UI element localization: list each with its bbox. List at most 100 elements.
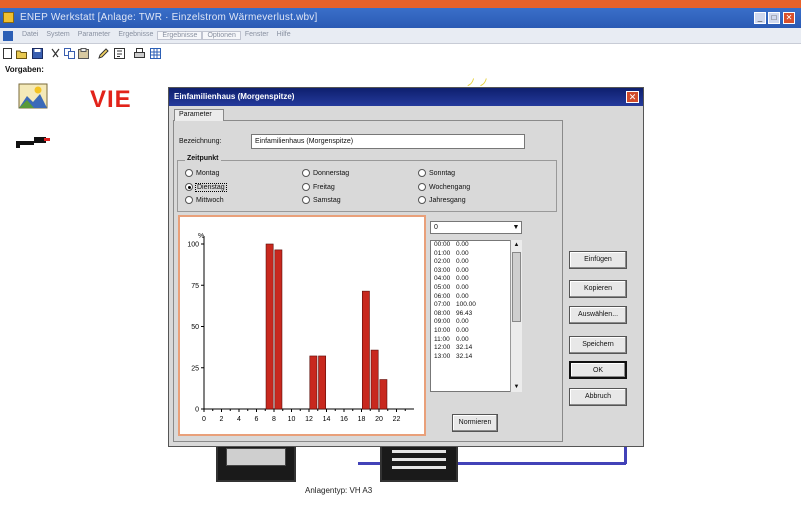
scroll-thumb[interactable] — [512, 252, 521, 322]
radio-dot — [418, 196, 426, 204]
x-tick-label: 20 — [375, 416, 383, 423]
cut-icon[interactable] — [50, 48, 61, 59]
abbruch-button[interactable]: Abbruch — [569, 388, 627, 406]
hourly-values-list[interactable]: 00:00 0.00 01:00 0.00 02:00 0.00 03:00 0.00 04:0… — [430, 240, 522, 392]
sidebar-label: Vorgaben: — [5, 65, 44, 74]
menu-hilfe[interactable]: Hilfe — [273, 31, 295, 40]
close-button[interactable]: ✕ — [783, 12, 795, 24]
x-tick-label: 14 — [323, 416, 331, 423]
dialog-close-icon[interactable]: ✕ — [626, 91, 639, 103]
minimize-button[interactable]: _ — [754, 12, 766, 24]
list-item[interactable]: 00:00 0.00 — [431, 241, 521, 250]
save-icon[interactable] — [32, 48, 43, 59]
list-item[interactable]: 13:00 32.14 — [431, 353, 521, 362]
list-item-time: 10:00 — [434, 326, 451, 334]
list-item[interactable]: 06:00 0.00 — [431, 293, 521, 302]
radio-dot — [302, 169, 310, 177]
logo-text: VIE — [90, 86, 132, 113]
y-tick-label: 75 — [191, 283, 199, 290]
menu-system[interactable]: System — [42, 31, 73, 40]
list-item[interactable]: 11:00 0.00 — [431, 336, 521, 345]
tab-parameter[interactable]: Parameter — [174, 109, 224, 121]
radio-samstag[interactable]: Samstag — [302, 196, 341, 204]
list-item-value: 0.00 — [456, 275, 469, 283]
paste-icon[interactable] — [78, 48, 89, 59]
radio-mittwoch[interactable]: Mittwoch — [185, 196, 224, 204]
list-item-value: 0.00 — [456, 266, 469, 274]
menubar: Datei System Parameter Ergebnisse Ergebn… — [0, 28, 801, 44]
list-item[interactable]: 10:00 0.00 — [431, 327, 521, 336]
radio-dot — [185, 196, 193, 204]
menu-optionen[interactable]: Optionen — [202, 31, 241, 40]
table-icon[interactable] — [150, 48, 161, 59]
list-item-time: 02:00 — [434, 258, 451, 266]
list-item[interactable]: 09:00 0.00 — [431, 318, 521, 327]
speichern-button[interactable]: Speichern — [569, 336, 627, 354]
radio-wochengang[interactable]: Wochengang — [418, 183, 470, 191]
list-item[interactable]: 04:00 0.00 — [431, 275, 521, 284]
bar — [370, 349, 379, 410]
new-file-icon[interactable] — [2, 48, 13, 59]
zeitpunkt-label: Zeitpunkt — [185, 155, 221, 162]
load-profile-chart[interactable]: % 0 25 50 75 100 0 2 4 6 8 10 12 14 16 18 20 22 — [178, 215, 426, 436]
x-tick-label: 0 — [202, 416, 206, 423]
kopieren-button[interactable]: Kopieren — [569, 280, 627, 298]
profile-dialog: Einfamilienhaus (Morgenspitze) ✕ Paramet… — [168, 87, 644, 447]
combo-dropdown-icon[interactable]: ▼ — [510, 221, 522, 234]
print-icon[interactable] — [134, 48, 145, 59]
auswaehlen-button[interactable]: Auswählen... — [569, 306, 627, 324]
menu-datei[interactable]: Datei — [18, 31, 42, 40]
radio-donnerstag[interactable]: Donnerstag — [302, 169, 349, 177]
menu-ergebnisse-1[interactable]: Ergebnisse — [114, 31, 157, 40]
radio-dot — [418, 169, 426, 177]
list-item-value: 0.00 — [456, 283, 469, 291]
radio-label: Wochengang — [429, 183, 471, 191]
list-item-time: 07:00 — [434, 301, 451, 309]
menu-fenster[interactable]: Fenster — [241, 31, 273, 40]
list-scrollbar[interactable]: ▲ ▼ — [510, 240, 522, 392]
calc-icon[interactable] — [114, 48, 125, 59]
value-combo[interactable]: 0 — [430, 221, 522, 234]
unit-line — [392, 458, 446, 461]
list-item[interactable]: 02:00 0.00 — [431, 258, 521, 267]
x-tick-label: 4 — [237, 416, 241, 423]
scroll-down-icon[interactable]: ▼ — [511, 382, 522, 392]
list-item[interactable]: 01:00 0.00 — [431, 250, 521, 259]
radio-freitag[interactable]: Freitag — [302, 183, 335, 191]
copy-icon[interactable] — [64, 48, 75, 59]
list-item[interactable]: 05:00 0.00 — [431, 284, 521, 293]
unit-line — [392, 450, 446, 453]
zeitpunkt-group — [177, 160, 557, 212]
maximize-button[interactable]: □ — [768, 12, 780, 24]
y-tick-label: 25 — [191, 365, 199, 372]
bezeichnung-input[interactable]: Einfamilienhaus (Morgenspitze) — [251, 134, 525, 149]
radio-sonntag[interactable]: Sonntag — [418, 169, 455, 177]
scroll-up-icon[interactable]: ▲ — [511, 240, 522, 250]
x-tick-label: 10 — [288, 416, 296, 423]
radio-jahresgang[interactable]: Jahresgang — [418, 196, 466, 204]
einfuegen-button[interactable]: Einfügen — [569, 251, 627, 269]
landscape-icon[interactable] — [18, 83, 48, 109]
menu-ergebnisse-2[interactable]: Ergebnisse — [157, 31, 203, 40]
menu-parameter[interactable]: Parameter — [74, 31, 115, 40]
list-item-time: 11:00 — [434, 335, 450, 343]
normieren-button[interactable]: Normieren — [452, 414, 498, 432]
bezeichnung-label: Bezeichnung: — [179, 138, 222, 145]
open-folder-icon[interactable] — [16, 48, 27, 59]
list-item-time: 01:00 — [434, 249, 451, 257]
radio-label: Samstag — [313, 196, 341, 204]
radio-montag[interactable]: Montag — [185, 169, 219, 177]
edit-icon[interactable] — [98, 48, 109, 59]
tap-icon[interactable] — [14, 131, 50, 149]
list-item[interactable]: 07:00 100.00 — [431, 301, 521, 310]
list-item-time: 12:00 — [434, 344, 451, 352]
radio-label: Donnerstag — [313, 169, 350, 177]
list-item[interactable]: 08:00 96.43 — [431, 310, 521, 319]
radio-dienstag[interactable]: Dienstag — [185, 182, 227, 192]
window-title: ENEP Werkstatt [Anlage: TWR · Einzelstro… — [20, 12, 318, 23]
list-item[interactable]: 03:00 0.00 — [431, 267, 521, 276]
list-item[interactable]: 12:00 32.14 — [431, 344, 521, 353]
list-item-time: 03:00 — [434, 266, 451, 274]
list-item-time: 13:00 — [434, 352, 451, 360]
ok-button[interactable]: OK — [569, 361, 627, 379]
